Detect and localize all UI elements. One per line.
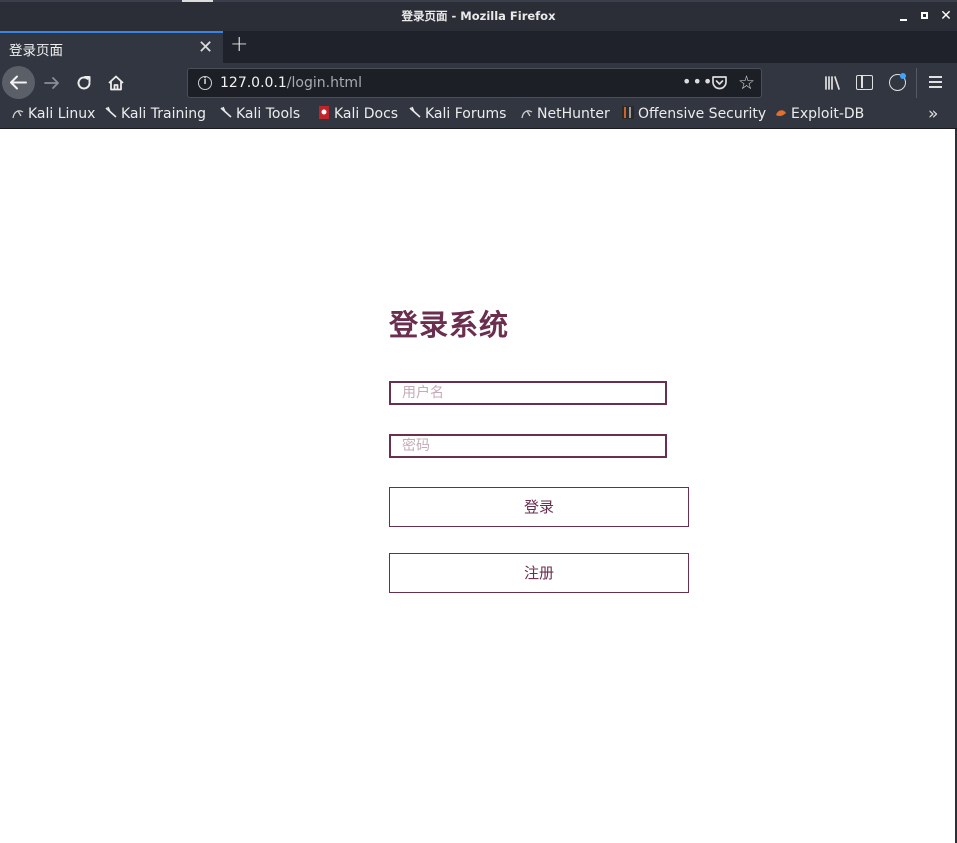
- pocket-icon[interactable]: [711, 75, 728, 91]
- library-icon[interactable]: [824, 74, 842, 92]
- tab-strip: 登录页面 ✕ +: [0, 31, 957, 63]
- bookmarks-toolbar: Kali Linux Kali Training Kali Tools Kali…: [0, 103, 957, 129]
- offsec-icon: [622, 106, 634, 119]
- hamburger-menu-icon[interactable]: [929, 76, 942, 90]
- kali-dragon-icon: [521, 110, 533, 119]
- sidebar-icon[interactable]: [856, 75, 873, 90]
- kali-docs-icon: [319, 106, 329, 119]
- home-button[interactable]: [106, 73, 126, 93]
- kali-dragon-icon: [409, 106, 421, 118]
- url-path: /login.html: [286, 75, 362, 91]
- bookmark-exploit-db[interactable]: Exploit-DB: [775, 106, 864, 122]
- navigation-bar: i 127.0.0.1/login.html ••• ☆: [0, 63, 957, 103]
- bookmark-offensive-security[interactable]: Offensive Security: [622, 106, 766, 122]
- register-button[interactable]: 注册: [389, 553, 689, 593]
- toolbar-separator: [916, 68, 917, 98]
- login-title: 登录系统: [389, 308, 510, 342]
- window-title: 登录页面 - Mozilla Firefox: [401, 9, 556, 23]
- kali-dragon-icon: [12, 110, 24, 119]
- tab-close-icon[interactable]: ✕: [198, 37, 213, 58]
- reload-icon: [77, 76, 91, 90]
- notification-dot: [900, 73, 906, 79]
- page-content: 登录系统 登录 注册: [0, 129, 955, 843]
- minimize-icon[interactable]: [897, 9, 911, 23]
- bookmark-kali-docs[interactable]: Kali Docs: [318, 106, 398, 122]
- bookmark-star-icon[interactable]: ☆: [738, 72, 755, 94]
- bookmark-kali-forums[interactable]: Kali Forums: [409, 106, 506, 122]
- forward-button[interactable]: [42, 73, 62, 93]
- url-host: 127.0.0.1: [220, 75, 287, 91]
- window-titlebar: 登录页面 - Mozilla Firefox ✕: [0, 0, 957, 31]
- url-text[interactable]: 127.0.0.1/login.html: [220, 75, 362, 91]
- kali-dragon-icon: [220, 106, 232, 118]
- exploitdb-icon: [776, 110, 786, 117]
- forward-arrow-icon: [44, 77, 59, 89]
- reload-button[interactable]: [74, 73, 94, 93]
- titlebar-accent: [182, 0, 213, 2]
- back-arrow-icon: [10, 75, 27, 90]
- close-window-icon[interactable]: ✕: [939, 9, 953, 23]
- tab-label: 登录页面: [9, 43, 63, 59]
- page-actions-icon[interactable]: •••: [682, 72, 713, 91]
- new-tab-icon[interactable]: +: [230, 32, 248, 57]
- info-icon[interactable]: i: [198, 76, 212, 90]
- password-input[interactable]: [389, 434, 667, 458]
- back-button[interactable]: [2, 66, 35, 99]
- tab-login-page[interactable]: 登录页面 ✕: [0, 31, 223, 63]
- bookmark-kali-linux[interactable]: Kali Linux: [12, 106, 95, 122]
- home-icon: [108, 75, 124, 91]
- url-bar[interactable]: i 127.0.0.1/login.html ••• ☆: [187, 68, 762, 98]
- login-button[interactable]: 登录: [389, 487, 689, 527]
- bookmark-kali-training[interactable]: Kali Training: [105, 106, 206, 122]
- bookmark-kali-tools[interactable]: Kali Tools: [220, 106, 300, 122]
- maximize-icon[interactable]: [919, 9, 933, 23]
- bookmark-nethunter[interactable]: NetHunter: [521, 106, 610, 122]
- kali-dragon-icon: [105, 106, 117, 118]
- username-input[interactable]: [389, 381, 667, 405]
- bookmarks-overflow-icon[interactable]: »: [928, 104, 938, 124]
